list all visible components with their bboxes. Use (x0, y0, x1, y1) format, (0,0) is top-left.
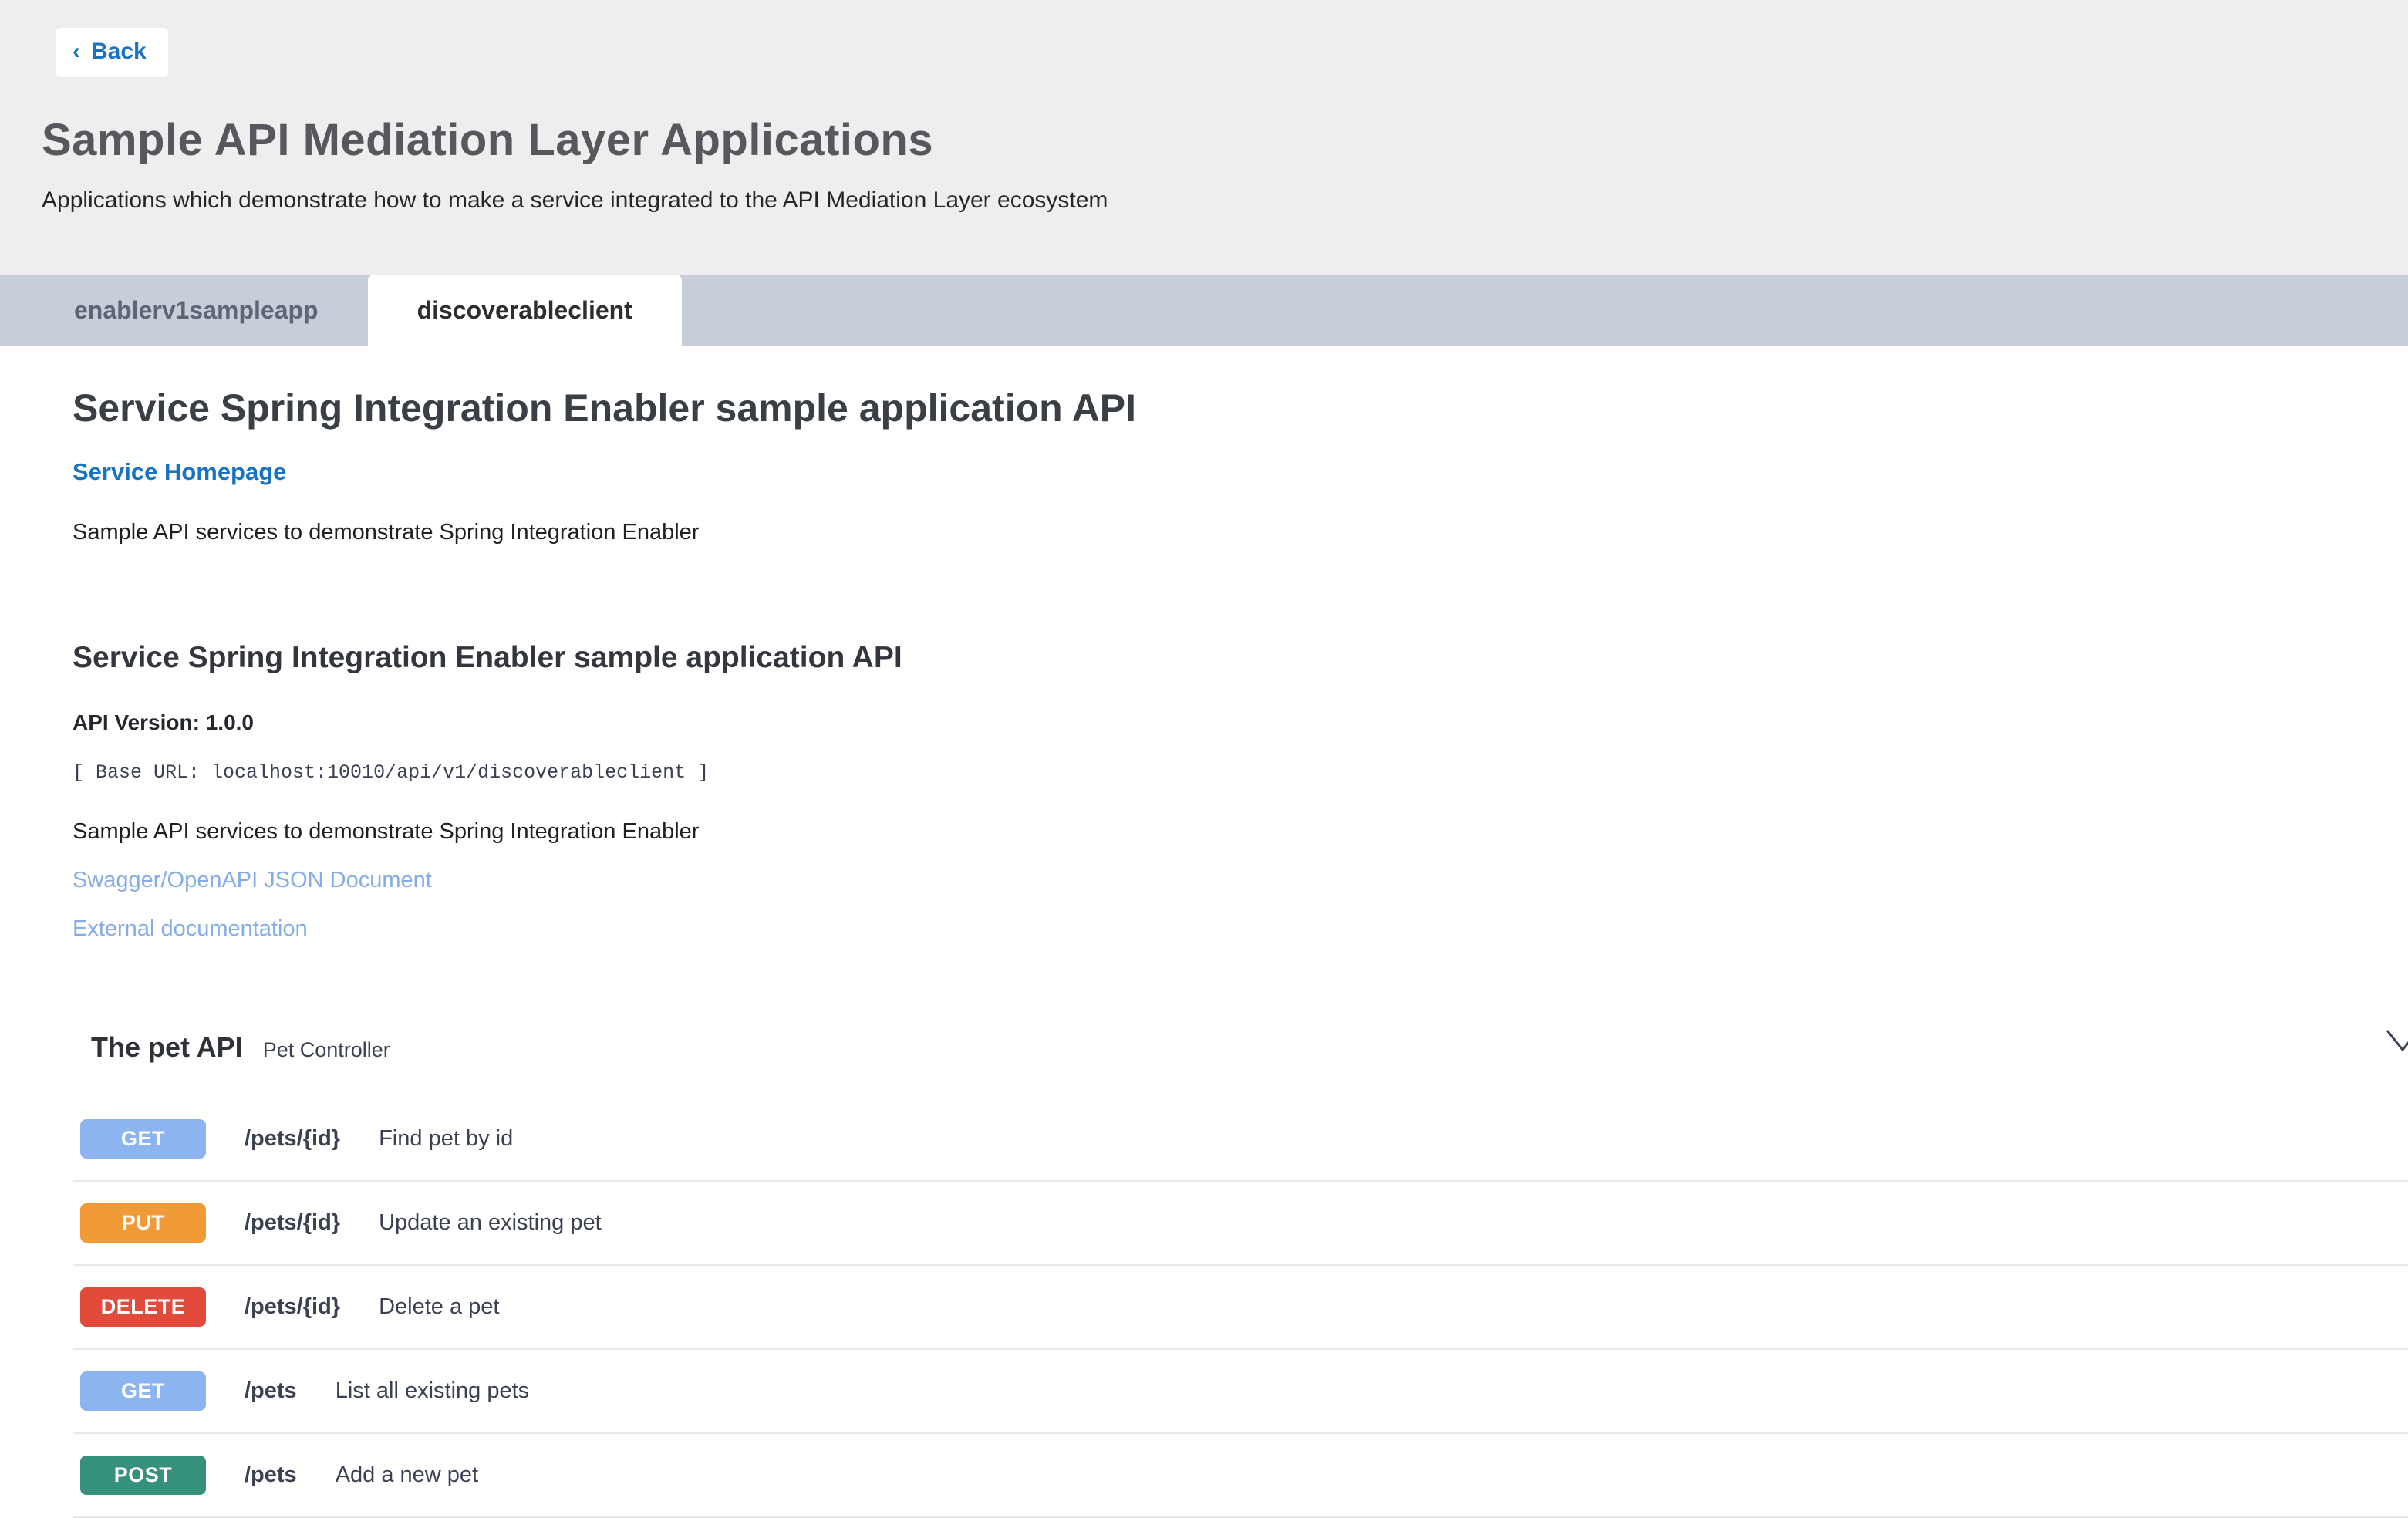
page-title: Sample API Mediation Layer Applications (42, 114, 2408, 166)
main-content: Service Spring Integration Enabler sampl… (0, 346, 2408, 1518)
method-badge: GET (80, 1119, 206, 1159)
method-badge: POST (80, 1456, 206, 1495)
api-operation-row[interactable]: GET /pets List all existing pets (73, 1350, 2408, 1434)
apidoc-title: Service Spring Integration Enabler sampl… (73, 641, 2408, 675)
pet-api-section: The pet API Pet Controller GET /pets/{id… (73, 1031, 2408, 1518)
api-version: API Version: 1.0.0 (73, 710, 2408, 735)
back-button-label: Back (91, 39, 147, 65)
method-badge: PUT (80, 1203, 206, 1243)
api-operation-row[interactable]: GET /pets/{id} Find pet by id (73, 1098, 2408, 1182)
operation-path: /pets/{id} (245, 1210, 340, 1236)
chevron-down-icon[interactable] (2385, 1028, 2408, 1057)
operation-summary: Find pet by id (379, 1126, 513, 1152)
page-subtitle: Applications which demonstrate how to ma… (42, 187, 2408, 214)
method-badge: GET (80, 1371, 206, 1411)
service-tab-bar: enablerv1sampleapp discoverableclient (0, 275, 2408, 346)
method-badge: DELETE (80, 1287, 206, 1327)
api-operation-row[interactable]: PUT /pets/{id} Update an existing pet (73, 1182, 2408, 1266)
operation-list: GET /pets/{id} Find pet by id PUT /pets/… (73, 1098, 2408, 1518)
apidoc-description: Sample API services to demonstrate Sprin… (73, 819, 2408, 845)
external-docs-link[interactable]: External documentation (73, 916, 2408, 942)
back-button[interactable]: ‹ Back (56, 28, 168, 77)
back-chevron-icon: ‹ (73, 40, 80, 63)
api-operation-row[interactable]: DELETE /pets/{id} Delete a pet (73, 1266, 2408, 1350)
service-description: Sample API services to demonstrate Sprin… (73, 520, 2408, 545)
pet-api-subtitle: Pet Controller (263, 1038, 390, 1062)
tab-enablerv1sampleapp[interactable]: enablerv1sampleapp (25, 275, 368, 346)
operation-summary: Delete a pet (379, 1294, 499, 1320)
app-header: ‹ Back Sample API Mediation Layer Applic… (0, 0, 2408, 275)
operation-path: /pets/{id} (245, 1294, 340, 1320)
swagger-json-link[interactable]: Swagger/OpenAPI JSON Document (73, 868, 2408, 893)
tab-discoverableclient[interactable]: discoverableclient (368, 275, 682, 346)
operation-path: /pets (245, 1462, 297, 1488)
api-operation-row[interactable]: POST /pets Add a new pet (73, 1434, 2408, 1518)
operation-path: /pets (245, 1378, 297, 1404)
pet-api-header: The pet API Pet Controller (91, 1031, 2408, 1064)
operation-summary: Add a new pet (336, 1462, 478, 1488)
service-homepage-link[interactable]: Service Homepage (73, 458, 286, 486)
operation-summary: List all existing pets (336, 1378, 529, 1404)
pet-api-title: The pet API (91, 1031, 243, 1064)
service-title: Service Spring Integration Enabler sampl… (73, 386, 2408, 430)
base-url: [ Base URL: localhost:10010/api/v1/disco… (73, 761, 2408, 784)
operation-summary: Update an existing pet (379, 1210, 602, 1236)
operation-path: /pets/{id} (245, 1126, 340, 1152)
